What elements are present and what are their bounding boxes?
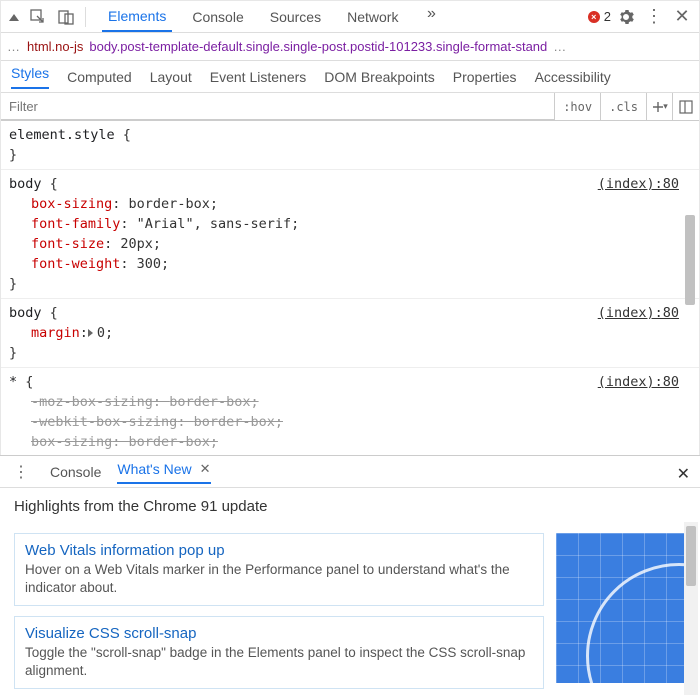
new-style-rule-icon[interactable]: ▾ [647, 93, 673, 120]
rule-body-1[interactable]: (index):80 body { box-sizing: border-box… [1, 170, 699, 299]
whats-new-card[interactable]: Web Vitals information pop up Hover on a… [14, 533, 544, 606]
css-val[interactable]: border-box; [194, 414, 283, 430]
toggle-box-model-icon[interactable] [673, 93, 699, 120]
device-toggle-icon[interactable] [53, 4, 79, 30]
subtab-accessibility[interactable]: Accessibility [535, 69, 611, 85]
scrollbar-thumb[interactable] [685, 215, 695, 305]
breadcrumb-overflow-right: … [553, 39, 567, 54]
cls-toggle[interactable]: .cls [601, 93, 647, 120]
styles-filter-row: :hov .cls ▾ [1, 93, 699, 121]
rule-selector: element.style [9, 127, 115, 143]
css-val[interactable]: border-box; [129, 196, 218, 212]
subtab-event-listeners[interactable]: Event Listeners [210, 69, 307, 85]
expand-shorthand-icon[interactable] [88, 325, 97, 341]
expand-up-icon[interactable] [9, 14, 19, 21]
hov-toggle[interactable]: :hov [555, 93, 601, 120]
tab-sources[interactable]: Sources [264, 1, 327, 32]
kebab-menu-icon[interactable]: ⋮ [641, 4, 667, 30]
tab-elements[interactable]: Elements [102, 1, 172, 32]
close-devtools-icon[interactable]: ✕ [669, 4, 695, 30]
rule-source-link[interactable]: (index):80 [598, 303, 679, 323]
whats-new-headline: Highlights from the Chrome 91 update [14, 498, 686, 515]
card-title: Web Vitals information pop up [25, 542, 533, 559]
close-tab-icon[interactable]: ✕ [200, 461, 211, 477]
breadcrumb-body[interactable]: body.post-template-default.single.single… [89, 39, 547, 54]
css-val[interactable]: 20px; [120, 236, 161, 252]
rule-universal[interactable]: (index):80 * { -moz-box-sizing: border-b… [1, 368, 699, 454]
dom-breadcrumb: … html.no-js body.post-template-default.… [1, 33, 699, 61]
card-desc: Hover on a Web Vitals marker in the Perf… [25, 561, 533, 597]
error-badge[interactable]: × 2 [588, 9, 611, 24]
subtab-properties[interactable]: Properties [453, 69, 517, 85]
toolbar-divider [85, 7, 86, 27]
rule-element-style[interactable]: element.style { } [1, 121, 699, 170]
whats-new-body: Highlights from the Chrome 91 update Web… [0, 488, 700, 699]
more-tabs-icon[interactable]: » [418, 1, 444, 27]
drawer-tab-console[interactable]: Console [50, 464, 101, 480]
drawer-kebab-icon[interactable]: ⋮ [8, 459, 34, 485]
css-rules-list: element.style { } (index):80 body { box-… [1, 121, 699, 454]
card-title: Visualize CSS scroll-snap [25, 625, 533, 642]
css-val[interactable]: "Arial", sans-serif; [137, 216, 300, 232]
css-prop[interactable]: margin [31, 325, 80, 341]
styles-panel: element.style { } (index):80 body { box-… [1, 121, 699, 454]
tab-network[interactable]: Network [341, 1, 404, 32]
css-val[interactable]: border-box; [169, 394, 258, 410]
rule-selector: body [9, 305, 42, 321]
subtab-layout[interactable]: Layout [150, 69, 192, 85]
error-icon: × [588, 11, 600, 23]
subtab-styles[interactable]: Styles [11, 65, 49, 89]
rule-body-2[interactable]: (index):80 body { margin:0; } [1, 299, 699, 368]
whats-new-thumbnail [556, 533, 686, 683]
css-prop[interactable]: box-sizing [31, 196, 112, 212]
styles-subtabs: Styles Computed Layout Event Listeners D… [1, 61, 699, 93]
rule-selector: * [9, 374, 17, 390]
css-prop[interactable]: -webkit-box-sizing [31, 414, 177, 430]
subtab-dom-breakpoints[interactable]: DOM Breakpoints [324, 69, 434, 85]
drawer-scrollbar[interactable] [684, 522, 698, 695]
css-prop[interactable]: font-size [31, 236, 104, 252]
css-val[interactable]: 300; [137, 256, 170, 272]
drawer-tab-label: What's New [117, 461, 191, 477]
css-prop[interactable]: font-family [31, 216, 120, 232]
devtools-toolbar: Elements Console Sources Network » × 2 ⋮… [1, 1, 699, 33]
rule-source-link[interactable]: (index):80 [598, 174, 679, 194]
rule-selector: body [9, 176, 42, 192]
css-prop[interactable]: box-sizing [31, 434, 112, 450]
subtab-computed[interactable]: Computed [67, 69, 132, 85]
scrollbar-thumb[interactable] [686, 526, 696, 586]
drawer: ⋮ Console What's New ✕ ✕ Highlights from… [0, 455, 700, 699]
drawer-tabs: ⋮ Console What's New ✕ ✕ [0, 456, 700, 488]
main-tabs: Elements Console Sources Network » [102, 1, 444, 32]
tab-console[interactable]: Console [186, 1, 249, 32]
styles-filter-input[interactable] [1, 93, 555, 120]
drawer-tab-whatsnew[interactable]: What's New ✕ [117, 461, 210, 484]
card-desc: Toggle the "scroll-snap" badge in the El… [25, 644, 533, 680]
rule-source-link[interactable]: (index):80 [598, 372, 679, 392]
breadcrumb-html[interactable]: html.no-js [27, 39, 83, 54]
settings-gear-icon[interactable] [613, 4, 639, 30]
breadcrumb-overflow-left[interactable]: … [7, 39, 21, 54]
css-val[interactable]: border-box; [129, 434, 218, 450]
drawer-close-icon[interactable]: ✕ [677, 464, 690, 484]
whats-new-card[interactable]: Visualize CSS scroll-snap Toggle the "sc… [14, 616, 544, 689]
inspect-icon[interactable] [25, 4, 51, 30]
css-val[interactable]: 0; [97, 325, 113, 341]
css-prop[interactable]: font-weight [31, 256, 120, 272]
css-prop[interactable]: -moz-box-sizing [31, 394, 153, 410]
error-count: 2 [604, 9, 611, 24]
